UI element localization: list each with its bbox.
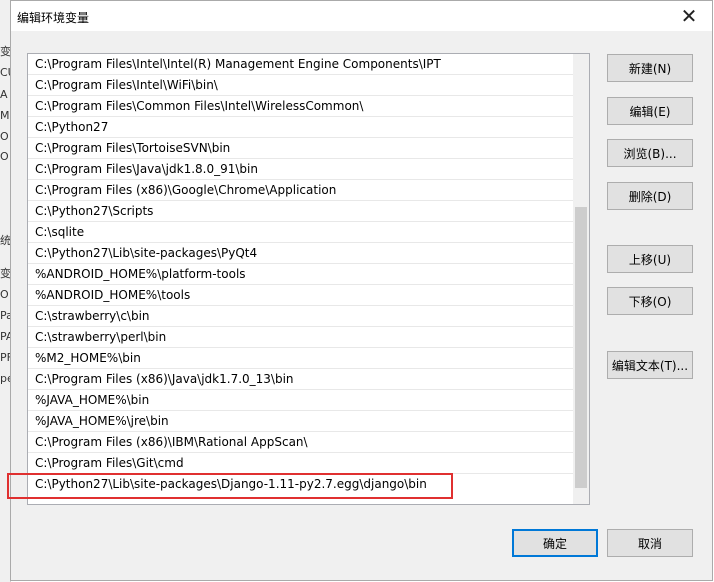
scrollbar-thumb[interactable] — [575, 207, 587, 488]
list-item[interactable]: %JAVA_HOME%\jre\bin — [28, 411, 574, 432]
dialog-title: 编辑环境变量 — [17, 11, 90, 25]
list-item[interactable]: C:\strawberry\perl\bin — [28, 327, 574, 348]
edit-text-button[interactable]: 编辑文本(T)... — [607, 351, 693, 379]
list-item[interactable]: %ANDROID_HOME%\platform-tools — [28, 264, 574, 285]
list-item[interactable]: C:\Program Files\Intel\WiFi\bin\ — [28, 75, 574, 96]
list-item[interactable]: C:\Program Files\Intel\Intel(R) Manageme… — [28, 54, 574, 75]
list-item-selected[interactable]: C:\Python27\Lib\site-packages\Django-1.1… — [28, 474, 574, 495]
list-item[interactable]: C:\strawberry\c\bin — [28, 306, 574, 327]
bg-fragment: O — [0, 130, 9, 143]
list-item[interactable]: C:\sqlite — [28, 222, 574, 243]
list-item[interactable]: C:\Program Files\Common Files\Intel\Wire… — [28, 96, 574, 117]
edit-button[interactable]: 编辑(E) — [607, 97, 693, 125]
bg-fragment: A — [0, 88, 8, 101]
browse-button[interactable]: 浏览(B)... — [607, 139, 693, 167]
bg-fragment: M — [0, 109, 10, 122]
list-item[interactable]: C:\Program Files\TortoiseSVN\bin — [28, 138, 574, 159]
list-item[interactable]: C:\Program Files\Git\cmd — [28, 453, 574, 474]
move-down-button[interactable]: 下移(O) — [607, 287, 693, 315]
list-item[interactable]: %ANDROID_HOME%\tools — [28, 285, 574, 306]
close-button[interactable]: ✕ — [666, 1, 712, 31]
vertical-scrollbar[interactable] — [573, 54, 589, 504]
new-button[interactable]: 新建(N) — [607, 54, 693, 82]
ok-button[interactable]: 确定 — [512, 529, 598, 557]
bg-fragment: O — [0, 288, 9, 301]
cancel-button[interactable]: 取消 — [607, 529, 693, 557]
list-item[interactable]: C:\Program Files (x86)\IBM\Rational AppS… — [28, 432, 574, 453]
delete-button[interactable]: 删除(D) — [607, 182, 693, 210]
list-item[interactable]: C:\Python27\Lib\site-packages\PyQt4 — [28, 243, 574, 264]
list-item[interactable]: C:\Program Files\Java\jdk1.8.0_91\bin — [28, 159, 574, 180]
move-up-button[interactable]: 上移(U) — [607, 245, 693, 273]
list-item[interactable]: C:\Python27 — [28, 117, 574, 138]
list-item[interactable]: C:\Python27\Scripts — [28, 201, 574, 222]
list-item[interactable]: C:\Program Files (x86)\Java\jdk1.7.0_13\… — [28, 369, 574, 390]
edit-env-var-dialog: 编辑环境变量 ✕ C:\Program Files\Intel\Intel(R)… — [10, 0, 713, 581]
close-icon: ✕ — [680, 4, 698, 28]
title-bar[interactable]: 编辑环境变量 ✕ — [11, 1, 712, 31]
list-item[interactable]: %M2_HOME%\bin — [28, 348, 574, 369]
list-item[interactable]: %JAVA_HOME%\bin — [28, 390, 574, 411]
path-list[interactable]: C:\Program Files\Intel\Intel(R) Manageme… — [27, 53, 590, 505]
list-item[interactable]: C:\Program Files (x86)\Google\Chrome\App… — [28, 180, 574, 201]
bg-fragment: O — [0, 150, 9, 163]
